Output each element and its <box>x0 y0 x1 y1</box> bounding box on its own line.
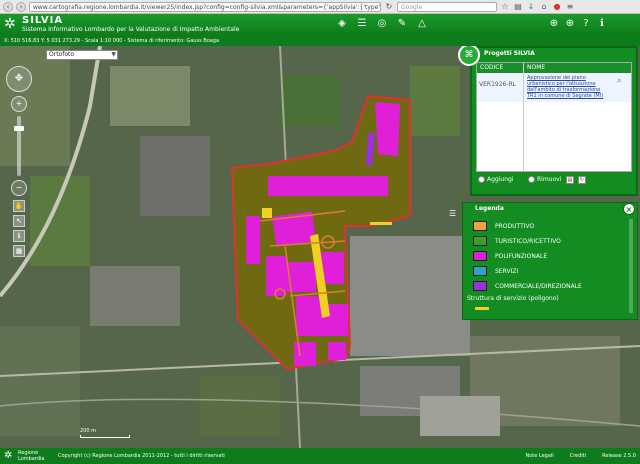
legend-item: TURISTICO/RICETTIVO <box>473 236 561 246</box>
legend-swatch <box>473 221 487 231</box>
browser-toolbar: ‹ › www.cartografia.regione.lombardia.it… <box>0 0 640 14</box>
pointer-tool-icon[interactable]: ↖ <box>13 215 25 227</box>
addon-icon[interactable]: ● <box>552 2 562 12</box>
add-project-option[interactable]: Aggiungi <box>478 176 513 183</box>
search-input[interactable]: Google <box>397 1 497 12</box>
project-code: VER1926-RL <box>479 81 517 88</box>
column-header-name[interactable]: NOME <box>524 63 631 73</box>
basemap-selected-value: Ortofoto <box>49 51 75 58</box>
projects-table: CODICE NOME VER1926-RL Approvazione del … <box>476 62 632 172</box>
credits-link[interactable]: Crediti <box>570 448 586 464</box>
pan-control-icon[interactable]: ✥ <box>6 66 32 92</box>
legal-notes-link[interactable]: Note Legali <box>525 448 553 464</box>
scale-label: 200 m <box>80 428 97 434</box>
add-radio[interactable] <box>478 176 485 183</box>
column-header-code[interactable]: CODICE <box>477 63 523 73</box>
projects-panel: ⌘ Progetti SILVIA CODICE NOME VER1926-RL… <box>458 46 638 196</box>
identify-tool-icon[interactable]: ℹ <box>13 230 25 242</box>
copyright-text: Copyright (c) Regione Lombardia 2011-201… <box>58 453 225 459</box>
legend-swatch <box>473 281 487 291</box>
forward-icon[interactable]: › <box>16 1 26 12</box>
zoom-slider[interactable] <box>14 116 24 176</box>
catalog-icon[interactable]: ☰ <box>356 18 368 30</box>
app-footer: ✲ Regione Lombardia Copyright (c) Region… <box>0 448 640 464</box>
legend-swatch <box>473 266 487 276</box>
star-icon[interactable]: ☆ <box>500 2 510 12</box>
legend-scrollbar[interactable] <box>629 219 633 313</box>
remove-label: Rimuovi <box>537 176 562 183</box>
reload-icon[interactable]: ↻ <box>384 2 394 12</box>
regione-lombardia-logo-icon: ✲ <box>4 450 13 461</box>
legend-toggle-icon[interactable]: ☰ <box>449 209 465 219</box>
legend-panel: ☰ Legenda × PRODUTTIVO TURISTICO/RICETTI… <box>449 202 638 320</box>
bookmarks-icon[interactable]: ▤ <box>513 2 523 12</box>
legend-item: COMMERCIALE/DIREZIONALE <box>473 281 582 291</box>
wrench-icon[interactable]: ✎ <box>396 18 408 30</box>
legend-item: SERVIZI <box>473 266 518 276</box>
zoom-in-icon[interactable]: ⊕ <box>548 18 560 30</box>
app-subtitle: Sistema Informativo Lombardo per la Valu… <box>22 26 240 33</box>
add-icon[interactable]: ⊕ <box>564 18 576 30</box>
legend-swatch <box>473 251 487 261</box>
layers-icon[interactable]: ◈ <box>336 18 348 30</box>
release-label: Release 2.5.0 <box>602 453 636 459</box>
remove-project-option[interactable]: Rimuovi <box>528 176 561 183</box>
legend-structure-swatch <box>475 307 489 310</box>
close-icon[interactable]: × <box>623 203 635 215</box>
legend-item: PRODUTTIVO <box>473 221 534 231</box>
legend-structure-label: Struttura di servizio (poligono) <box>467 295 559 302</box>
chevron-down-icon: ▼ <box>111 51 116 58</box>
footer-links: Note Legali Crediti Release 2.5.0 <box>525 448 636 464</box>
zoom-out-button[interactable]: − <box>11 180 27 196</box>
globe-icon[interactable]: ◎ <box>376 18 388 30</box>
menu-icon[interactable]: ≡ <box>565 2 575 12</box>
silvia-logo-icon: ✲ <box>4 16 16 32</box>
remove-radio[interactable] <box>528 176 535 183</box>
info-icon[interactable]: ℹ <box>596 18 608 30</box>
project-name-link[interactable]: Approvazione del piano urbanistico per l… <box>527 75 607 99</box>
address-bar[interactable]: www.cartografia.regione.lombardia.it/vie… <box>29 1 381 12</box>
measure-icon[interactable]: △ <box>416 18 428 30</box>
scale-bar: 200 m <box>80 428 130 438</box>
footer-org: Regione Lombardia <box>18 450 45 462</box>
map-view[interactable]: Ortofoto ▼ ✥ + − ✋ ↖ ℹ ▦ 200 m ⌘ Progett… <box>0 46 640 448</box>
legend-swatch <box>473 236 487 246</box>
legend-title: Legenda <box>475 205 504 212</box>
export-icon[interactable]: ▤ <box>566 176 574 184</box>
app-header: ✲ SILVIA Sistema Informativo Lombardo pe… <box>0 14 640 36</box>
download-icon[interactable]: ↓ <box>526 2 536 12</box>
help-icon[interactable]: ? <box>580 18 592 30</box>
app-title: SILVIA <box>22 15 64 26</box>
add-label: Aggiungi <box>487 176 514 183</box>
map-navigation: ✥ + − ✋ ↖ ℹ ▦ <box>6 66 32 257</box>
hand-tool-icon[interactable]: ✋ <box>13 200 25 212</box>
basemap-select[interactable]: Ortofoto ▼ <box>46 50 118 60</box>
projects-panel-title: Progetti SILVIA <box>484 50 535 57</box>
refresh-icon[interactable]: ↻ <box>578 176 586 184</box>
zoom-in-button[interactable]: + <box>11 96 27 112</box>
magnifier-icon[interactable]: ⌕ <box>617 76 621 86</box>
home-icon[interactable]: ⌂ <box>539 2 549 12</box>
coordinates-status: X: 510 516.83 Y: 5 031 273.29 - Scala 1:… <box>0 36 640 46</box>
print-tool-icon[interactable]: ▦ <box>13 245 25 257</box>
back-icon[interactable]: ‹ <box>3 1 13 12</box>
legend-item: POLIFUNZIONALE <box>473 251 547 261</box>
zoom-slider-thumb[interactable] <box>14 126 24 131</box>
